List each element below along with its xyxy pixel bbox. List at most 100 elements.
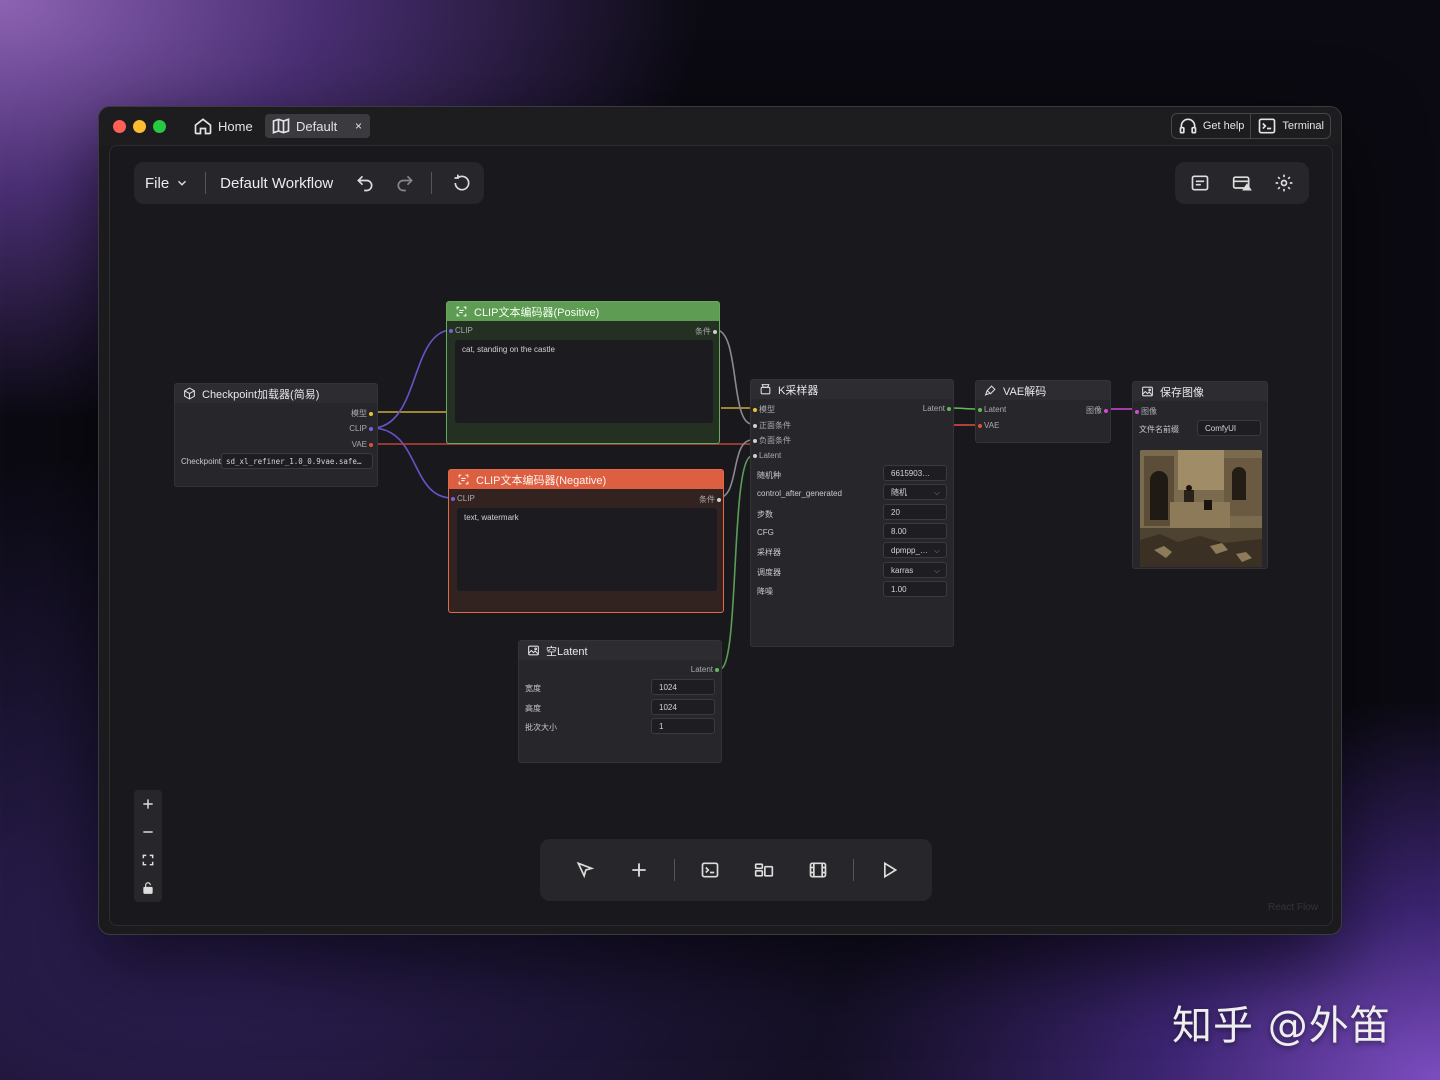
view-tools-panel bbox=[1175, 162, 1309, 204]
title-bar: Home Default × Get help Terminal bbox=[99, 107, 1341, 145]
denoise-input[interactable]: 1.00 bbox=[883, 581, 947, 597]
ksampler-node[interactable]: K采样器 模型 Latent 正面条件 负面条件 Latent 随机种 6615… bbox=[750, 379, 954, 647]
input-image[interactable]: 图像 bbox=[1135, 406, 1157, 417]
clip-negative-node[interactable]: CLIP文本编码器(Negative) CLIP 条件 text, waterm… bbox=[448, 469, 724, 613]
tab-close-icon[interactable]: × bbox=[355, 119, 362, 133]
checkpoint-node-title: Checkpoint加载器(简易) bbox=[202, 388, 320, 401]
height-input[interactable]: 1024 bbox=[651, 699, 715, 715]
lock-icon[interactable] bbox=[141, 881, 155, 895]
control-after-generated-label: control_after_generated bbox=[757, 489, 842, 498]
cfg-input[interactable]: 8.00 bbox=[883, 523, 947, 539]
input-vae-label: VAE bbox=[984, 421, 1000, 430]
output-cond-negative[interactable]: 条件 bbox=[699, 494, 721, 505]
batch-size-input[interactable]: 1 bbox=[651, 718, 715, 734]
react-flow-attribution[interactable]: React Flow bbox=[1268, 902, 1318, 913]
filename-prefix-input[interactable]: ComfyUI bbox=[1197, 420, 1261, 436]
input-latent[interactable]: Latent bbox=[753, 451, 781, 460]
output-clip-label: CLIP bbox=[349, 424, 367, 433]
negative-prompt-textarea[interactable]: text, watermark bbox=[457, 508, 717, 591]
input-latent-vae[interactable]: Latent bbox=[978, 405, 1006, 414]
ksampler-node-header[interactable]: K采样器 bbox=[751, 380, 953, 399]
headphones-icon bbox=[1178, 116, 1198, 136]
negative-node-header[interactable]: CLIP文本编码器(Negative) bbox=[449, 470, 723, 489]
input-negative[interactable]: 负面条件 bbox=[753, 435, 791, 446]
film-icon[interactable] bbox=[791, 860, 845, 880]
input-negative-label: 负面条件 bbox=[759, 436, 791, 445]
settings-gear-icon[interactable] bbox=[1274, 173, 1294, 193]
close-window-button[interactable] bbox=[113, 120, 126, 133]
input-clip-negative-label: CLIP bbox=[457, 494, 475, 503]
seed-input[interactable]: 6615903… bbox=[883, 465, 947, 481]
input-latent-label: Latent bbox=[759, 451, 782, 460]
output-model[interactable]: 模型 bbox=[351, 408, 373, 419]
output-image-preview[interactable] bbox=[1140, 450, 1262, 567]
filename-prefix-value: ComfyUI bbox=[1205, 423, 1237, 433]
save-node-title: 保存图像 bbox=[1160, 386, 1204, 399]
layout-icon[interactable] bbox=[737, 860, 791, 880]
control-after-generated-select[interactable]: 随机 ⌵ bbox=[883, 484, 947, 500]
get-help-label: Get help bbox=[1202, 120, 1245, 132]
width-value: 1024 bbox=[659, 682, 677, 692]
input-vae[interactable]: VAE bbox=[978, 421, 999, 430]
output-latent-ks[interactable]: Latent bbox=[923, 404, 951, 413]
console-icon[interactable] bbox=[683, 860, 737, 880]
empty-latent-node[interactable]: 空Latent Latent 宽度 1024 高度 1024 批次大小 1 bbox=[518, 640, 722, 763]
checkpoint-loader-node[interactable]: Checkpoint加载器(简易) 模型 CLIP VAE Checkpoint… bbox=[174, 383, 378, 487]
zoom-out-icon[interactable] bbox=[141, 825, 155, 839]
input-clip-positive[interactable]: CLIP bbox=[449, 326, 473, 335]
add-node-icon[interactable] bbox=[612, 860, 666, 880]
vae-node-header[interactable]: VAE解码 bbox=[976, 381, 1110, 400]
sampler-select[interactable]: dpmpp_… ⌵ bbox=[883, 542, 947, 558]
get-help-button[interactable]: Get help bbox=[1172, 114, 1251, 138]
width-input[interactable]: 1024 bbox=[651, 679, 715, 695]
vae-decode-node[interactable]: VAE解码 Latent 图像 VAE bbox=[975, 380, 1111, 443]
scheduler-label: 调度器 bbox=[757, 568, 781, 577]
positive-node-title: CLIP文本编码器(Positive) bbox=[474, 306, 600, 319]
queue-warning-icon[interactable] bbox=[1232, 173, 1252, 193]
workflow-canvas[interactable]: File Default Workflow Checkpoint加载器(简易) … bbox=[109, 145, 1333, 926]
map-icon bbox=[271, 116, 291, 136]
output-latent[interactable]: Latent bbox=[691, 665, 719, 674]
input-latent-vae-label: Latent bbox=[984, 405, 1007, 414]
save-image-node[interactable]: 保存图像 图像 文件名前缀 ComfyUI bbox=[1132, 381, 1268, 569]
refresh-icon[interactable] bbox=[452, 173, 472, 193]
steps-input[interactable]: 20 bbox=[883, 504, 947, 520]
terminal-button[interactable]: Terminal bbox=[1250, 114, 1330, 138]
tab-default[interactable]: Default × bbox=[265, 114, 370, 138]
chevron-down-icon: ⌵ bbox=[933, 546, 940, 555]
input-positive[interactable]: 正面条件 bbox=[753, 420, 791, 431]
cfg-value: 8.00 bbox=[891, 526, 907, 536]
checkpoint-select[interactable]: sd_xl_refiner_1.0_0.9vae.safe… bbox=[221, 453, 373, 469]
run-play-icon[interactable] bbox=[862, 860, 916, 880]
clip-positive-node[interactable]: CLIP文本编码器(Positive) CLIP 条件 cat, standin… bbox=[446, 301, 720, 444]
output-clip[interactable]: CLIP bbox=[349, 424, 373, 433]
negative-node-title: CLIP文本编码器(Negative) bbox=[476, 474, 607, 487]
maximize-window-button[interactable] bbox=[153, 120, 166, 133]
panel-icon[interactable] bbox=[1190, 173, 1210, 193]
output-image[interactable]: 图像 bbox=[1086, 405, 1108, 416]
tab-home[interactable]: Home bbox=[187, 114, 259, 138]
fit-view-icon[interactable] bbox=[141, 853, 155, 867]
input-clip-positive-label: CLIP bbox=[455, 326, 473, 335]
steps-label: 步数 bbox=[757, 510, 773, 519]
output-vae-label: VAE bbox=[351, 440, 367, 449]
checkpoint-node-header[interactable]: Checkpoint加载器(简易) bbox=[175, 384, 377, 403]
scheduler-select[interactable]: karras ⌵ bbox=[883, 562, 947, 578]
redo-icon[interactable] bbox=[395, 173, 415, 193]
input-clip-negative[interactable]: CLIP bbox=[451, 494, 475, 503]
pointer-icon[interactable] bbox=[558, 860, 612, 880]
undo-icon[interactable] bbox=[355, 173, 375, 193]
zoom-in-icon[interactable] bbox=[141, 797, 155, 811]
positive-prompt-textarea[interactable]: cat, standing on the castle bbox=[455, 340, 713, 423]
output-image-label: 图像 bbox=[1086, 406, 1102, 415]
input-model-label: 模型 bbox=[759, 405, 775, 414]
input-model[interactable]: 模型 bbox=[753, 404, 775, 415]
workflow-name[interactable]: Default Workflow bbox=[220, 175, 333, 192]
positive-node-header[interactable]: CLIP文本编码器(Positive) bbox=[447, 302, 719, 321]
minimize-window-button[interactable] bbox=[133, 120, 146, 133]
save-node-header[interactable]: 保存图像 bbox=[1133, 382, 1267, 401]
latent-node-header[interactable]: 空Latent bbox=[519, 641, 721, 660]
output-cond-positive[interactable]: 条件 bbox=[695, 326, 717, 337]
output-vae[interactable]: VAE bbox=[352, 440, 373, 449]
file-menu[interactable]: File bbox=[145, 175, 189, 192]
